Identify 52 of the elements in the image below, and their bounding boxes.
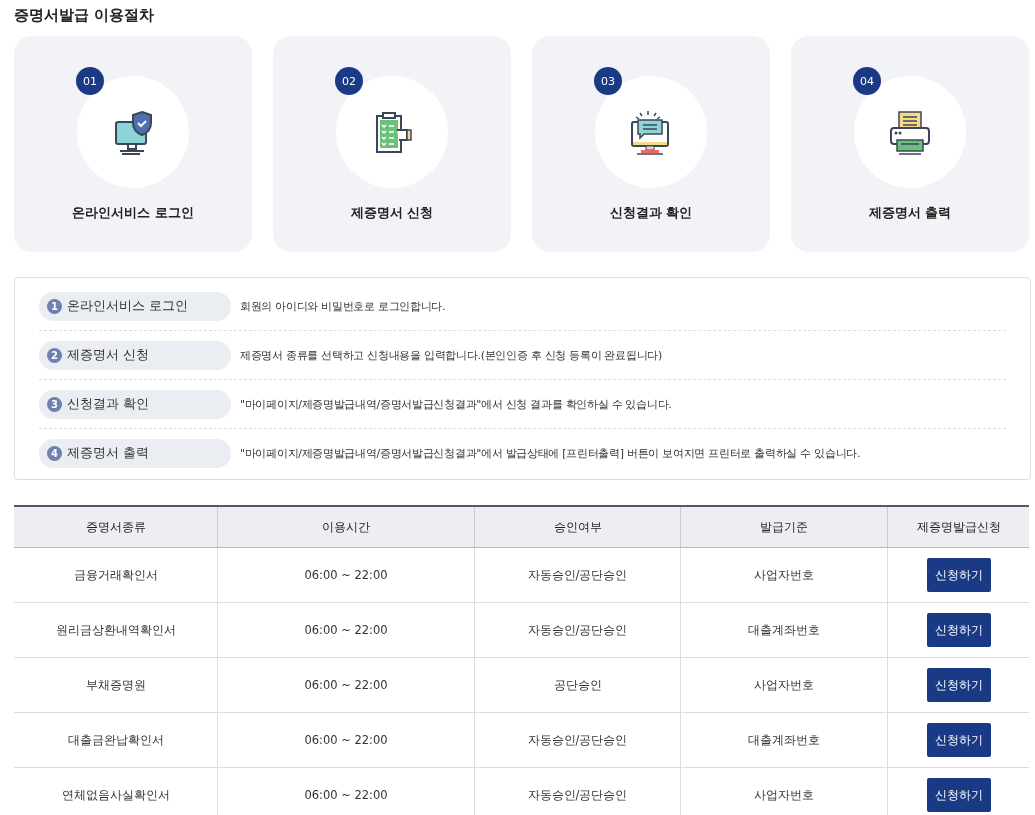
table-cell: 06:00 ~ 22:00 xyxy=(217,767,475,815)
table-cell: 06:00 ~ 22:00 xyxy=(217,712,475,768)
table-cell: 자동승인/공단승인 xyxy=(474,547,681,603)
step-label: 제증명서 출력 xyxy=(868,204,952,222)
table-cell: 06:00 ~ 22:00 xyxy=(217,602,475,658)
table-cell: 금융거래확인서 xyxy=(14,547,218,603)
step-number: 03 xyxy=(594,67,622,95)
table-cell: 사업자번호 xyxy=(680,767,888,815)
column-header: 증명서종류 xyxy=(14,506,218,548)
step-number: 4 xyxy=(47,445,62,461)
table-cell: 연체없음사실확인서 xyxy=(14,767,218,815)
step-number: 1 xyxy=(47,298,62,314)
step-description: 회원의 아이디와 비밀번호로 로그인합니다. xyxy=(240,298,446,314)
table-cell: 대출금완납확인서 xyxy=(14,712,218,768)
step-description: 제증명서 종류를 선택하고 신청내용을 입력합니다.(본인인증 후 신청 등록이 완료됩니다) xyxy=(240,347,662,363)
step-number: 3 xyxy=(47,396,62,412)
column-header: 승인여부 xyxy=(474,506,681,548)
step-label: 신청결과 확인 xyxy=(67,395,149,413)
table-cell: 대출계좌번호 xyxy=(680,602,888,658)
table-cell: 대출계좌번호 xyxy=(680,712,888,768)
step-number: 02 xyxy=(335,67,363,95)
apply-button[interactable]: 신청하기 xyxy=(926,723,991,757)
step-label: 신청결과 확인 xyxy=(609,204,693,222)
apply-button[interactable]: 신청하기 xyxy=(926,558,991,592)
table-cell: 부채증명원 xyxy=(14,657,218,713)
step-label: 온라인서비스 로그인 xyxy=(67,297,188,315)
page-title: 증명서발급 이용절차 xyxy=(14,5,156,26)
step-label: 제증명서 출력 xyxy=(67,444,149,462)
step-label: 온라인서비스 로그인 xyxy=(72,204,194,222)
table-cell: 06:00 ~ 22:00 xyxy=(217,657,475,713)
printer-icon xyxy=(887,108,933,156)
step-number: 2 xyxy=(47,347,62,363)
apply-button[interactable]: 신청하기 xyxy=(926,668,991,702)
table-cell: 공단승인 xyxy=(474,657,681,713)
step-description: "마이페이지/제증명발급내역/증명서발급신청결과"에서 신청 결과를 확인하실 수 있습니다. xyxy=(240,396,672,412)
step-description: "마이페이지/제증명발급내역/증명서발급신청결과"에서 발급상태에 [프린터출력] 버튼이 보여지면 프린터로 출력하실 수 있습니다. xyxy=(240,445,861,461)
step-label: 제증명서 신청 xyxy=(350,204,434,222)
column-header: 발급기준 xyxy=(680,506,888,548)
table-cell: 06:00 ~ 22:00 xyxy=(217,547,475,603)
column-header: 제증명발급신청 xyxy=(887,506,1029,548)
table-cell: 사업자번호 xyxy=(680,657,888,713)
step-number: 04 xyxy=(853,67,881,95)
table-cell: 자동승인/공단승인 xyxy=(474,602,681,658)
table-cell: 사업자번호 xyxy=(680,547,888,603)
apply-button[interactable]: 신청하기 xyxy=(926,778,991,812)
column-header: 이용시간 xyxy=(217,506,475,548)
table-cell: 자동승인/공단승인 xyxy=(474,767,681,815)
step-label: 제증명서 신청 xyxy=(67,346,149,364)
table-cell: 자동승인/공단승인 xyxy=(474,712,681,768)
apply-button[interactable]: 신청하기 xyxy=(926,613,991,647)
step-number: 01 xyxy=(76,67,104,95)
table-cell: 원리금상환내역확인서 xyxy=(14,602,218,658)
